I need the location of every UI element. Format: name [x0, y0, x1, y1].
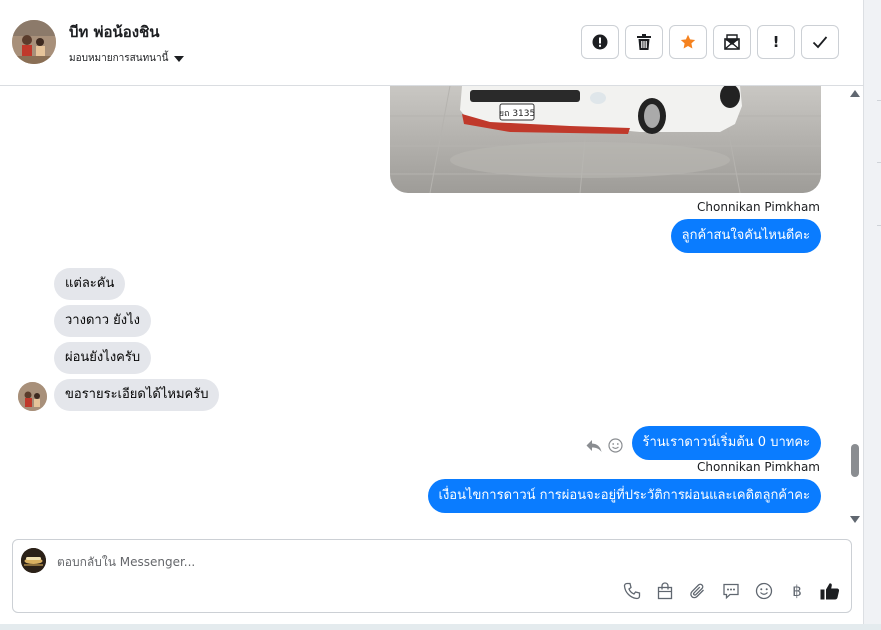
avatar[interactable] — [18, 382, 47, 411]
exclamation-icon: ! — [772, 33, 780, 51]
message-thread: ยถ 3135 Chonnikan Pimkham ลูกค้าสนใจคันไ… — [0, 86, 846, 526]
star-icon — [680, 34, 696, 49]
mark-spam-button[interactable] — [581, 25, 619, 59]
avatar[interactable] — [12, 20, 56, 64]
incoming-message: วางดาว ยังไง — [54, 305, 151, 337]
star-button[interactable] — [669, 25, 707, 59]
envelope-icon — [724, 34, 740, 50]
scrollbar-thumb[interactable] — [851, 444, 859, 477]
mark-done-button[interactable] — [801, 25, 839, 59]
exclamation-circle-icon — [592, 34, 608, 50]
incoming-message: ผ่อนยังไงครับ — [54, 342, 152, 374]
reply-input[interactable] — [57, 551, 557, 573]
page-title: บีท พ่อน้องชิน — [69, 23, 160, 41]
trash-icon — [637, 34, 651, 50]
paperclip-icon[interactable] — [687, 580, 709, 602]
shopping-bag-icon[interactable] — [654, 580, 676, 602]
reply-icon[interactable] — [586, 439, 602, 453]
delete-button[interactable] — [625, 25, 663, 59]
phone-icon[interactable] — [621, 580, 643, 602]
check-icon — [812, 36, 828, 49]
inbox-conversation-panel: บีท พ่อน้องชิน มอบหมายการสนทนานี้ ! ยถ 3… — [0, 0, 864, 630]
outgoing-message: เงื่อนไขการดาวน์ การผ่อนจะอยู่ที่ประวัติ… — [427, 479, 821, 513]
caret-down-icon — [174, 55, 185, 62]
reply-composer: ฿ — [12, 539, 852, 613]
incoming-message: ขอรายระเอียดได้ไหมครับ — [54, 379, 220, 411]
sender-name: Chonnikan Pimkham — [697, 200, 820, 214]
thumbs-up-icon[interactable] — [819, 580, 841, 602]
sender-name: Chonnikan Pimkham — [697, 460, 820, 474]
baht-icon[interactable]: ฿ — [786, 580, 808, 602]
bottom-edge — [0, 624, 881, 630]
outgoing-message: ลูกค้าสนใจคันไหนดีคะ — [670, 219, 821, 253]
side-panel-edge — [864, 0, 881, 630]
scroll-up-arrow[interactable] — [850, 90, 860, 97]
composer-toolbar: ฿ — [621, 580, 841, 602]
message-actions — [586, 438, 623, 453]
car-photo-attachment[interactable]: ยถ 3135 — [390, 86, 821, 193]
svg-text:ยถ 3135: ยถ 3135 — [499, 109, 536, 119]
conversation-toolbar: ! — [581, 25, 839, 59]
page-avatar — [21, 548, 46, 573]
assign-conversation-dropdown[interactable]: มอบหมายการสนทนานี้ — [69, 51, 185, 66]
conversation-header: บีท พ่อน้องชิน มอบหมายการสนทนานี้ ! — [0, 0, 864, 86]
incoming-message: แต่ละคัน — [54, 268, 126, 300]
emoji-icon[interactable] — [753, 580, 775, 602]
scroll-down-arrow[interactable] — [850, 516, 860, 523]
assign-label: มอบหมายการสนทนานี้ — [69, 53, 169, 64]
emoji-reaction-icon[interactable] — [608, 438, 623, 453]
mark-unread-button[interactable] — [713, 25, 751, 59]
outgoing-message: ร้านเราดาวน์เริ่มต้น 0 บาทคะ — [631, 426, 821, 460]
mark-important-button[interactable]: ! — [757, 25, 795, 59]
message-icon[interactable] — [720, 580, 742, 602]
